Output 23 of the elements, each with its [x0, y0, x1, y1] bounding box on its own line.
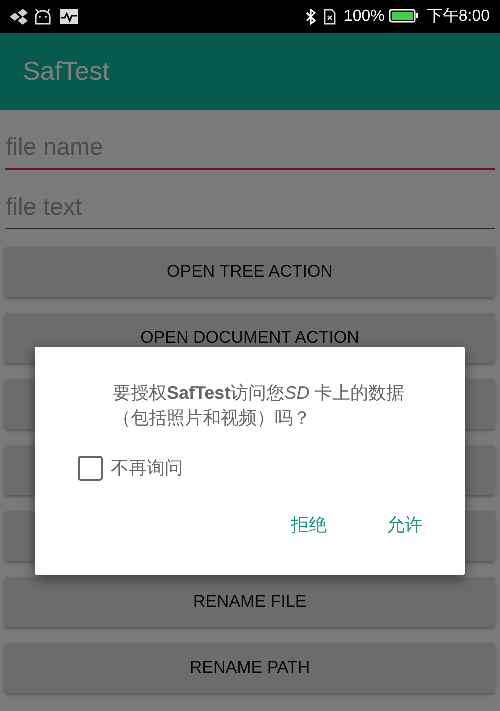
dialog-button[interactable]: 拒绝: [285, 508, 333, 543]
action-button[interactable]: RENAME PATH: [5, 643, 495, 693]
status-time: 下午8:00: [426, 6, 490, 26]
app-title: SafTest: [23, 55, 110, 88]
action-button[interactable]: OPEN TREE ACTION: [5, 247, 495, 297]
bluetooth-icon: [306, 8, 316, 24]
dialog-button[interactable]: 允许: [381, 508, 429, 543]
android-icon: [34, 8, 52, 24]
action-button[interactable]: RENAME FILE: [5, 577, 495, 627]
battery-icon: [388, 9, 419, 24]
dialog-message: 要授权SafTest访问您SD 卡上的数据（包括照片和视频）吗？: [113, 382, 406, 430]
battery-percent: 100%: [344, 6, 385, 26]
button-edge[interactable]: [465, 511, 495, 561]
button-edge[interactable]: [465, 379, 495, 429]
activity-icon: [60, 9, 78, 24]
button-edge[interactable]: [5, 445, 35, 495]
button-edge[interactable]: [5, 511, 35, 561]
share-icon: [8, 8, 30, 24]
checkbox-label: 不再询问: [111, 457, 183, 480]
button-edge[interactable]: [5, 379, 35, 429]
checkbox[interactable]: [78, 456, 103, 481]
sim-card-icon: [324, 8, 336, 24]
button-edge[interactable]: [465, 445, 495, 495]
